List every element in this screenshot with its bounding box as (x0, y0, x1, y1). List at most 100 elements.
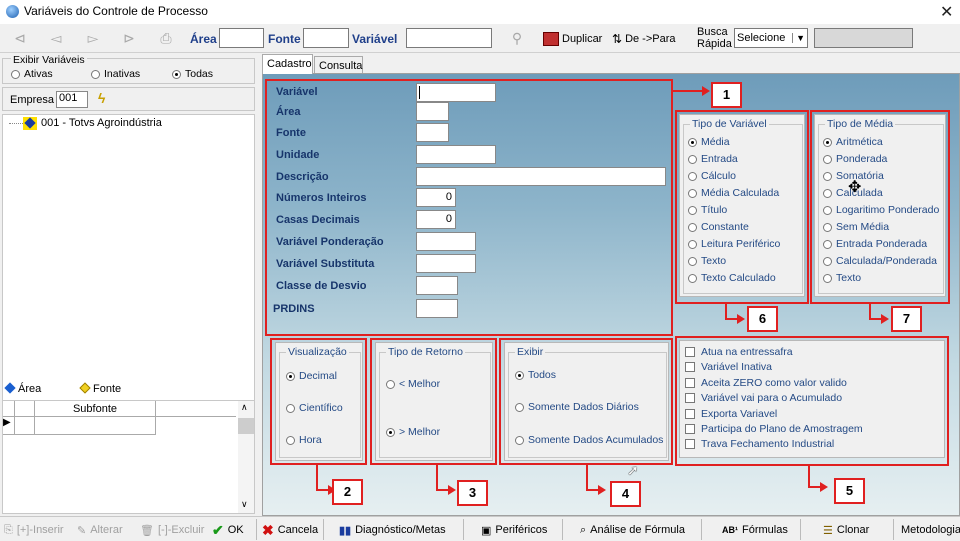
exibir-option[interactable]: Somente Dados Diários (515, 401, 639, 413)
perifericos-button[interactable]: ▣ Periféricos (481, 520, 547, 540)
radio-ativas[interactable]: Ativas (11, 68, 53, 80)
tipo-variavel-option[interactable]: Constante (688, 221, 749, 233)
alterar-button[interactable]: ✎ Alterar (77, 520, 123, 540)
fonte-legend-label: Fonte (93, 383, 122, 395)
visualizacao-option[interactable]: Decimal (286, 370, 337, 382)
check-option[interactable]: Aceita ZERO como valor valido (685, 377, 847, 389)
check-option[interactable]: Trava Fechamento Industrial (685, 438, 834, 450)
scroll-up-icon[interactable]: ∧ (241, 402, 248, 413)
inserir-button[interactable]: ⎘ [+]-Inserir (4, 520, 64, 540)
tipo-media-option[interactable]: Sem Média (823, 221, 889, 233)
tipo-variavel-option[interactable]: Texto Calculado (688, 272, 776, 284)
check-option[interactable]: Exporta Variavel (685, 408, 777, 420)
close-button[interactable]: ✕ (940, 2, 953, 22)
tipo-media-option[interactable]: Logaritimo Ponderado (823, 204, 939, 216)
visualizacao-option[interactable]: Científico (286, 402, 343, 414)
busca-rapida-select[interactable]: Selecione ▼ (734, 28, 808, 48)
previous-record-icon[interactable]: ◅ (46, 30, 66, 46)
tipo-media-option[interactable]: Calculada/Ponderada (823, 255, 937, 267)
tipo-variavel-option[interactable]: Título (688, 204, 727, 216)
check-option[interactable]: Atua na entressafra (685, 346, 793, 358)
var-ponderacao-label: Variável Ponderação (276, 236, 384, 248)
clonar-button[interactable]: ☰ Clonar (823, 520, 869, 540)
numeros-inteiros-input[interactable]: 0 (416, 188, 456, 207)
tipo-media-option[interactable]: Texto (823, 272, 861, 284)
tipo-variavel-option[interactable]: Entrada (688, 153, 738, 165)
check-option[interactable]: Participa do Plano de Amostragem (685, 423, 863, 435)
formulas-button[interactable]: AB¹ Fórmulas (722, 520, 788, 540)
scroll-thumb[interactable] (238, 418, 254, 434)
print-icon[interactable]: ⎙ (156, 30, 176, 46)
unidade-input[interactable] (416, 145, 496, 164)
analise-button[interactable]: ⌕ Análise de Fórmula (580, 520, 685, 540)
scroll-down-icon[interactable]: ∨ (241, 499, 248, 510)
grid-cell[interactable] (15, 417, 35, 435)
radio-inativas[interactable]: Inativas (91, 68, 140, 80)
tipo-media-option[interactable]: Ponderada (823, 153, 887, 165)
option-label: Hora (299, 434, 322, 446)
first-record-icon[interactable]: ⊲ (10, 30, 30, 46)
visualizacao-option[interactable]: Hora (286, 434, 322, 446)
var-substituta-input[interactable] (416, 254, 476, 273)
tipo-variavel-option[interactable]: Média (688, 136, 730, 148)
exibir-option[interactable]: Todos (515, 369, 556, 381)
descricao-input[interactable] (416, 167, 666, 186)
fonte-search-input[interactable] (303, 28, 349, 48)
radio-todas[interactable]: Todas (172, 68, 213, 80)
fonte-input[interactable] (416, 123, 449, 142)
variavel-search-input[interactable] (406, 28, 492, 48)
radio-ativas-circle (11, 69, 20, 79)
option-label: < Melhor (399, 378, 441, 390)
tipo-retorno-option[interactable]: > Melhor (386, 426, 440, 438)
option-label: Calculada/Ponderada (836, 255, 937, 267)
tipo-variavel-option[interactable]: Média Calculada (688, 187, 779, 199)
tipo-media-option[interactable]: Entrada Ponderada (823, 238, 927, 250)
grid-scrollbar[interactable]: ∧ ∨ (238, 401, 254, 513)
check-option[interactable]: Variável Inativa (685, 361, 772, 373)
classe-desvio-input[interactable] (416, 276, 458, 295)
check-option[interactable]: Variável vai para o Acumulado (685, 392, 842, 404)
busca-rapida-input[interactable] (814, 28, 913, 48)
tipo-variavel-option[interactable]: Texto (688, 255, 726, 267)
exibir-option[interactable]: Somente Dados Acumulados (515, 434, 663, 446)
next-record-icon[interactable]: ▻ (83, 30, 103, 46)
depara-button[interactable]: ⇅ De ->Para (612, 29, 676, 49)
tab-cadastro[interactable]: Cadastro (262, 54, 313, 74)
duplicar-button[interactable]: Duplicar (543, 29, 602, 49)
move-cursor-icon: ✥ (848, 179, 862, 196)
variavel-input[interactable] (416, 83, 496, 102)
tipo-retorno-option[interactable]: < Melhor (386, 378, 440, 390)
area-search-input[interactable] (219, 28, 264, 48)
grid-row[interactable]: ▶ (3, 417, 156, 435)
ok-button[interactable]: ✔ OK (212, 520, 244, 540)
exibir-variaveis-title: Exibir Variáveis (11, 54, 87, 66)
prdins-input[interactable] (416, 299, 458, 318)
duplicate-icon (543, 32, 559, 46)
radio-icon (688, 239, 697, 249)
area-input[interactable] (416, 102, 449, 121)
excluir-button[interactable]: 🗑 [-]-Excluir (140, 520, 204, 540)
checkbox-icon (685, 347, 695, 358)
casas-decimais-input[interactable]: 0 (416, 210, 456, 229)
tipo-media-option[interactable]: Aritmética (823, 136, 883, 148)
busca-line2: Rápida (697, 38, 732, 50)
zoom-icon[interactable]: ⚲ (507, 30, 527, 46)
lightning-icon[interactable]: ϟ (98, 90, 105, 106)
var-ponderacao-input[interactable] (416, 232, 476, 251)
tipo-variavel-option[interactable]: Leitura Periférico (688, 238, 780, 250)
radio-icon (688, 171, 697, 181)
tipo-media-title: Tipo de Média (825, 118, 896, 130)
option-label: Texto (701, 255, 727, 267)
metodologia-button[interactable]: Metodologia (901, 520, 960, 540)
empresa-input[interactable]: 001 (56, 91, 88, 108)
radio-icon (688, 137, 697, 147)
check-label: Atua na entressafra (701, 346, 793, 358)
cancela-label: Cancela (277, 524, 319, 536)
diagnostico-button[interactable]: ▮▮ Diagnóstico/Metas (339, 520, 446, 540)
tipo-variavel-option[interactable]: Cálculo (688, 170, 736, 182)
cancela-button[interactable]: ✖ Cancela (262, 520, 318, 540)
last-record-icon[interactable]: ⊳ (119, 30, 139, 46)
checkbox-icon (685, 393, 695, 404)
tree-item[interactable]: 001 - Totvs Agroindústria (41, 117, 162, 129)
metodologia-label: Metodologia (901, 524, 960, 536)
